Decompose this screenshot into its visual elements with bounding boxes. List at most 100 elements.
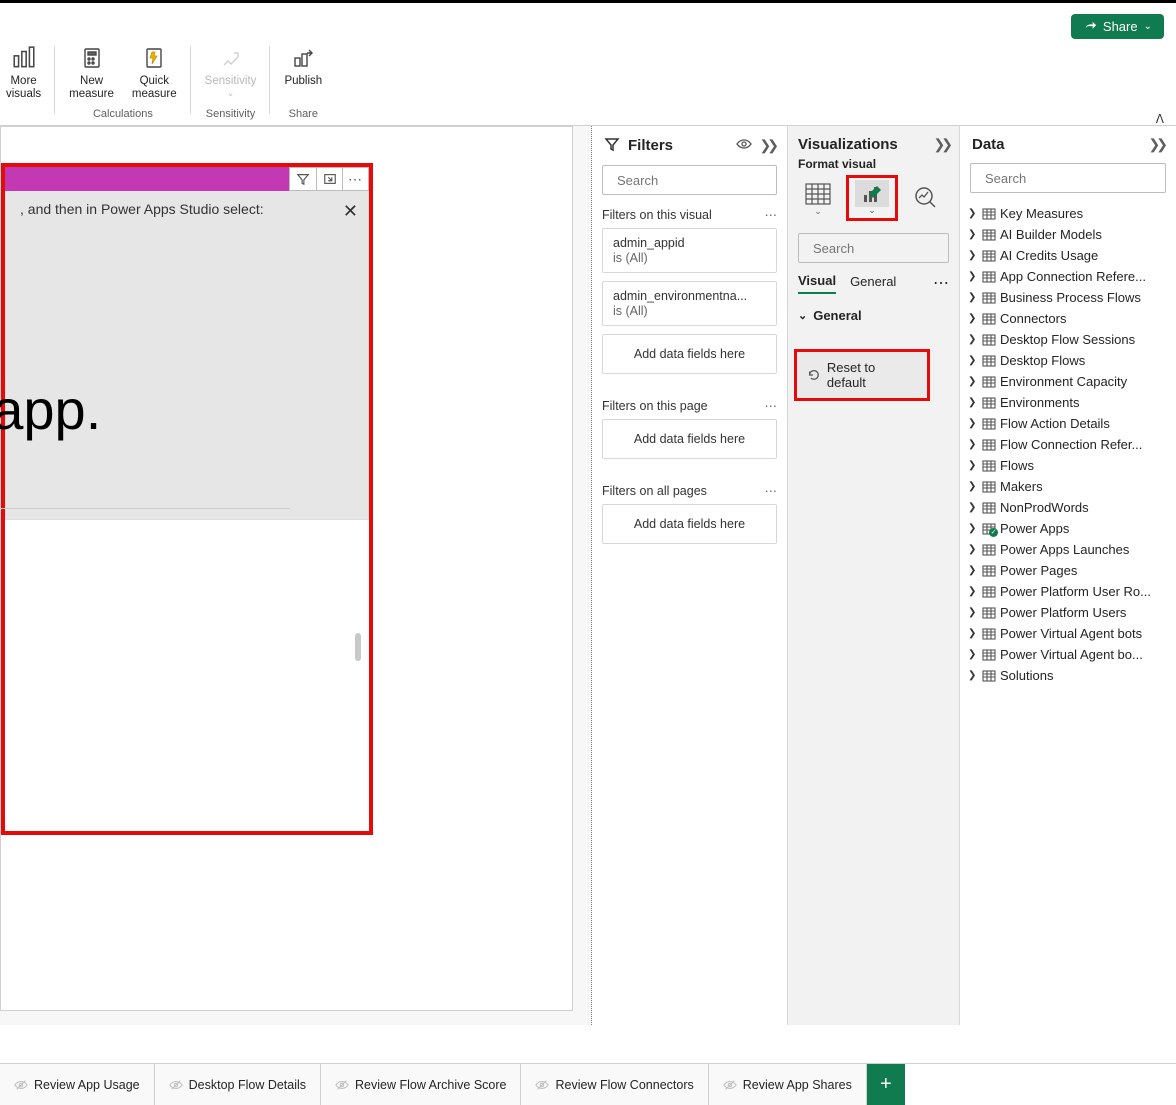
table-icon: [982, 481, 996, 493]
visual-filter-icon[interactable]: [290, 168, 316, 190]
more-visuals-icon: [8, 42, 40, 74]
data-table-item[interactable]: ❯ Power Apps Launches: [968, 539, 1168, 560]
more-visuals-button[interactable]: More visuals: [0, 40, 47, 103]
filter-section-more-icon[interactable]: ⋯: [765, 207, 778, 222]
table-icon: [982, 523, 996, 535]
visual-divider: [0, 508, 290, 509]
filter-section-more-icon[interactable]: ⋯: [765, 483, 778, 498]
data-table-item[interactable]: ❯ Flow Connection Refer...: [968, 434, 1168, 455]
data-table-item[interactable]: ❯ AI Builder Models: [968, 224, 1168, 245]
ribbon-group-share: Publish Share: [270, 40, 336, 122]
hidden-page-icon: [335, 1078, 349, 1092]
data-table-item[interactable]: ❯ Key Measures: [968, 203, 1168, 224]
format-visual-tab[interactable]: ⌄: [846, 175, 898, 221]
data-table-item[interactable]: ❯ Makers: [968, 476, 1168, 497]
viz-search[interactable]: [798, 233, 949, 263]
new-measure-button[interactable]: New measure: [63, 40, 120, 103]
ribbon-cat-calculations: Calculations: [93, 108, 153, 122]
page-tab[interactable]: Review App Usage: [0, 1064, 155, 1105]
data-table-item[interactable]: ❯ Connectors: [968, 308, 1168, 329]
data-table-item[interactable]: ❯ Power Platform Users: [968, 602, 1168, 623]
analytics-tab[interactable]: [906, 178, 946, 218]
ribbon-cat-share: Share: [289, 108, 318, 122]
page-tab[interactable]: Desktop Flow Details: [155, 1064, 321, 1105]
data-table-item[interactable]: ❯ AI Credits Usage: [968, 245, 1168, 266]
general-section-toggle[interactable]: ⌄ General: [798, 308, 949, 323]
collapse-pane-icon[interactable]: ❯❯: [760, 137, 775, 154]
publish-button[interactable]: Publish: [278, 40, 328, 90]
quick-measure-button[interactable]: Quick measure: [126, 40, 183, 103]
ribbon-cat-sensitivity: Sensitivity: [206, 108, 256, 122]
chevron-right-icon: ❯: [968, 628, 978, 639]
filters-search[interactable]: [602, 165, 777, 195]
filter-card-appid[interactable]: admin_appid is (All): [602, 228, 777, 273]
data-table-item[interactable]: ❯ Desktop Flows: [968, 350, 1168, 371]
table-icon: [982, 376, 996, 388]
tab-visual[interactable]: Visual: [798, 273, 836, 294]
eye-icon[interactable]: [736, 136, 752, 155]
table-icon: [982, 439, 996, 451]
filter-card-environment[interactable]: admin_environmentna... is (All): [602, 281, 777, 326]
ribbon-group-visuals: More visuals: [0, 40, 55, 122]
ribbon-group-calculations: New measure Quick measure Calculations: [55, 40, 191, 122]
format-visual-subtitle: Format visual: [788, 157, 959, 175]
chevron-right-icon: ❯: [968, 208, 978, 219]
tabs-more-icon[interactable]: ⋯: [933, 276, 949, 292]
data-table-item[interactable]: ❯ Power Virtual Agent bots: [968, 623, 1168, 644]
page-tab[interactable]: Review App Shares: [709, 1064, 867, 1105]
window-top-border: [0, 0, 1176, 3]
table-icon: [982, 460, 996, 472]
data-table-item[interactable]: ❯ Flow Action Details: [968, 413, 1168, 434]
data-table-item[interactable]: ❯ App Connection Refere...: [968, 266, 1168, 287]
data-search-input[interactable]: [985, 171, 1161, 186]
visual-header[interactable]: ⋯: [5, 167, 369, 191]
new-measure-icon: [76, 42, 108, 74]
page-tab[interactable]: Review Flow Connectors: [521, 1064, 708, 1105]
filter-add-fields-page[interactable]: Add data fields here: [602, 419, 777, 459]
data-table-item[interactable]: ❯ Power Virtual Agent bo...: [968, 644, 1168, 665]
tab-general[interactable]: General: [850, 274, 896, 293]
add-page-button[interactable]: +: [867, 1064, 905, 1105]
table-name: Flow Action Details: [1000, 416, 1110, 431]
filters-on-page-label: Filters on this page: [602, 399, 708, 413]
collapse-pane-icon[interactable]: ❯❯: [934, 136, 949, 153]
reset-to-default-button[interactable]: Reset to default: [794, 349, 930, 401]
chevron-right-icon: ❯: [968, 523, 978, 534]
report-canvas[interactable]: ⋯ , and then in Power Apps Studio select…: [0, 126, 592, 1025]
close-icon[interactable]: ✕: [343, 201, 358, 222]
data-table-item[interactable]: ❯ Power Pages: [968, 560, 1168, 581]
visual-body: , and then in Power Apps Studio select: …: [5, 191, 369, 520]
chevron-down-icon: ⌄: [798, 309, 807, 322]
ribbon-collapse-caret[interactable]: ᐱ: [1156, 112, 1164, 126]
visual-focus-icon[interactable]: [316, 168, 342, 190]
data-table-item[interactable]: ❯ Power Apps: [968, 518, 1168, 539]
data-table-item[interactable]: ❯ Solutions: [968, 665, 1168, 686]
hidden-page-icon: [535, 1078, 549, 1092]
page-tab[interactable]: Review Flow Archive Score: [321, 1064, 521, 1105]
filter-add-fields-all[interactable]: Add data fields here: [602, 504, 777, 544]
page-tab-label: Review App Shares: [743, 1078, 852, 1092]
page-tab-label: Review App Usage: [34, 1078, 140, 1092]
data-table-item[interactable]: ❯ Flows: [968, 455, 1168, 476]
data-table-item[interactable]: ❯ NonProdWords: [968, 497, 1168, 518]
data-search[interactable]: [970, 163, 1166, 193]
visual-more-icon[interactable]: ⋯: [342, 168, 368, 190]
selected-visual[interactable]: ⋯ , and then in Power Apps Studio select…: [1, 163, 373, 835]
chevron-right-icon: ❯: [968, 586, 978, 597]
resize-handle[interactable]: [355, 633, 361, 661]
filters-search-input[interactable]: [617, 173, 793, 188]
chevron-right-icon: ❯: [968, 502, 978, 513]
data-table-item[interactable]: ❯ Power Platform User Ro...: [968, 581, 1168, 602]
filter-add-fields-visual[interactable]: Add data fields here: [602, 334, 777, 374]
ribbon: More visuals New measure Quick measure C…: [0, 36, 1176, 126]
table-icon: [982, 250, 996, 262]
build-visual-tab[interactable]: ⌄: [798, 178, 838, 218]
data-tree: ❯ Key Measures ❯ AI Builder Models ❯ AI …: [960, 203, 1176, 686]
data-table-item[interactable]: ❯ Environments: [968, 392, 1168, 413]
data-table-item[interactable]: ❯ Environment Capacity: [968, 371, 1168, 392]
table-icon: [982, 649, 996, 661]
data-table-item[interactable]: ❯ Desktop Flow Sessions: [968, 329, 1168, 350]
filter-section-more-icon[interactable]: ⋯: [765, 398, 778, 413]
collapse-pane-icon[interactable]: ❯❯: [1149, 136, 1164, 153]
data-table-item[interactable]: ❯ Business Process Flows: [968, 287, 1168, 308]
